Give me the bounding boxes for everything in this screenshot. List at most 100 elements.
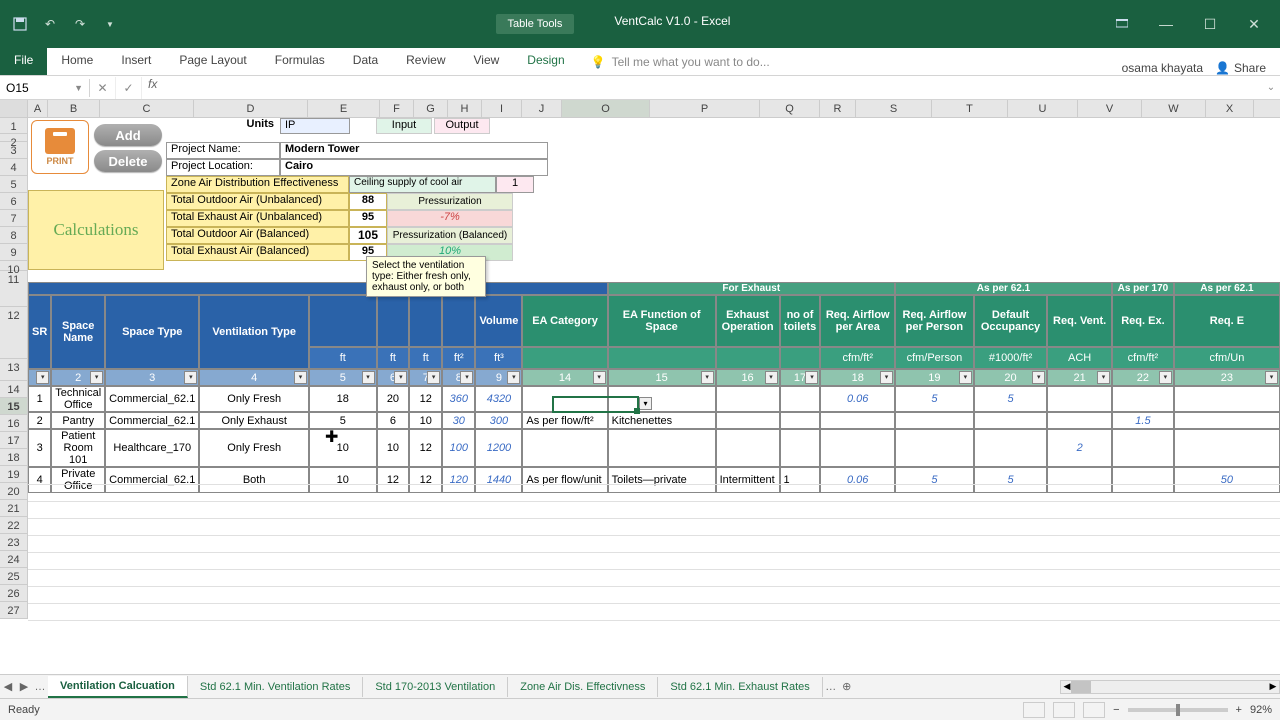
filter-icon[interactable]: ▾: [805, 371, 818, 384]
column-header[interactable]: Q: [760, 100, 820, 117]
share-button[interactable]: 👤 Share: [1215, 61, 1266, 75]
table-cell[interactable]: Only Exhaust: [199, 412, 309, 429]
tab-review[interactable]: Review: [392, 47, 459, 75]
minimize-icon[interactable]: —: [1146, 10, 1186, 38]
row-header[interactable]: 14: [0, 381, 28, 398]
tab-home[interactable]: Home: [47, 47, 107, 75]
row-header[interactable]: 1: [0, 118, 28, 134]
sheet-tab[interactable]: Zone Air Dis. Effectivness: [508, 677, 658, 697]
cell-dropdown-icon[interactable]: ▾: [639, 397, 652, 410]
scrollbar-thumb[interactable]: [1071, 681, 1091, 693]
tab-page-layout[interactable]: Page Layout: [165, 47, 260, 75]
table-cell[interactable]: 5: [895, 386, 974, 412]
table-cell[interactable]: 1: [28, 386, 51, 412]
select-all-corner[interactable]: [0, 100, 28, 117]
table-cell[interactable]: Technical Office: [51, 386, 105, 412]
table-cell[interactable]: 2: [28, 412, 51, 429]
chevron-down-icon[interactable]: ▼: [74, 83, 83, 93]
table-cell[interactable]: [895, 429, 974, 467]
row-header[interactable]: 24: [0, 551, 28, 568]
row-header[interactable]: 10: [0, 261, 28, 271]
table-cell[interactable]: As per flow/ft²: [522, 412, 607, 429]
table-cell[interactable]: [1112, 386, 1174, 412]
row-header[interactable]: 3: [0, 142, 28, 159]
row-header[interactable]: 8: [0, 227, 28, 244]
column-header[interactable]: G: [414, 100, 448, 117]
table-cell[interactable]: 12: [409, 429, 442, 467]
table-cell[interactable]: [716, 386, 780, 412]
close-icon[interactable]: ✕: [1234, 10, 1274, 38]
table-cell[interactable]: 5: [309, 412, 377, 429]
table-cell[interactable]: 5: [974, 386, 1047, 412]
filter-icon[interactable]: ▾: [1159, 371, 1172, 384]
column-header[interactable]: W: [1142, 100, 1206, 117]
row-header[interactable]: 23: [0, 534, 28, 551]
table-cell[interactable]: [522, 429, 607, 467]
filter-icon[interactable]: ▾: [362, 371, 375, 384]
column-header[interactable]: H: [448, 100, 482, 117]
table-cell[interactable]: [974, 429, 1047, 467]
project-name-value[interactable]: Modern Tower: [280, 142, 548, 159]
filter-icon[interactable]: ▾: [90, 371, 103, 384]
tab-formulas[interactable]: Formulas: [261, 47, 339, 75]
sheet-tab[interactable]: Std 62.1 Min. Exhaust Rates: [658, 677, 822, 697]
table-cell[interactable]: [895, 412, 974, 429]
filter-icon[interactable]: ▾: [1097, 371, 1110, 384]
row-header[interactable]: 27: [0, 602, 28, 619]
table-cell[interactable]: 1.5: [1112, 412, 1174, 429]
table-cell[interactable]: Only Fresh: [199, 429, 309, 467]
zoom-slider[interactable]: [1128, 708, 1228, 712]
zoom-level[interactable]: 92%: [1250, 704, 1272, 716]
table-cell[interactable]: [974, 412, 1047, 429]
formula-input[interactable]: [163, 79, 1262, 97]
column-header[interactable]: J: [522, 100, 562, 117]
table-cell[interactable]: 10: [409, 412, 442, 429]
empty-grid-rows[interactable]: [28, 468, 1280, 621]
table-cell[interactable]: 1200: [475, 429, 522, 467]
tab-design[interactable]: Design: [513, 47, 578, 75]
table-cell[interactable]: 10: [309, 429, 377, 467]
table-cell[interactable]: 30: [442, 412, 475, 429]
qat-dropdown-icon[interactable]: ▼: [98, 12, 122, 36]
row-header[interactable]: 6: [0, 193, 28, 210]
table-cell[interactable]: [716, 412, 780, 429]
filter-icon[interactable]: ▾: [184, 371, 197, 384]
row-header[interactable]: 20: [0, 483, 28, 500]
tab-data[interactable]: Data: [339, 47, 392, 75]
filter-icon[interactable]: ▾: [36, 371, 49, 384]
table-cell[interactable]: [608, 386, 716, 412]
add-button[interactable]: Add: [94, 124, 162, 146]
table-cell[interactable]: 10: [377, 429, 410, 467]
row-header[interactable]: 11: [0, 271, 28, 307]
enter-formula-icon[interactable]: ✓: [116, 77, 142, 99]
row-header[interactable]: 12: [0, 307, 28, 359]
zade-value[interactable]: Ceiling supply of cool air: [349, 176, 496, 193]
sheet-next-icon[interactable]: ▶: [16, 680, 32, 693]
table-cell[interactable]: Only Fresh: [199, 386, 309, 412]
row-header[interactable]: 17: [0, 432, 28, 449]
column-header[interactable]: O: [562, 100, 650, 117]
normal-view-icon[interactable]: [1023, 702, 1045, 718]
table-cell[interactable]: 20: [377, 386, 410, 412]
redo-icon[interactable]: ↷: [68, 12, 92, 36]
filter-icon[interactable]: ▾: [1265, 371, 1278, 384]
filter-icon[interactable]: ▾: [593, 371, 606, 384]
print-button[interactable]: PRINT: [31, 120, 89, 174]
zoom-in-icon[interactable]: +: [1236, 704, 1242, 716]
delete-button[interactable]: Delete: [94, 150, 162, 172]
table-cell[interactable]: 3: [28, 429, 51, 467]
column-header[interactable]: C: [100, 100, 194, 117]
row-header[interactable]: 16: [0, 415, 28, 432]
sheet-tab-active[interactable]: Ventilation Calcuation: [48, 676, 188, 698]
horizontal-scrollbar[interactable]: ◀ ▶: [1060, 680, 1280, 694]
filter-icon[interactable]: ▾: [460, 371, 473, 384]
fx-icon[interactable]: fx: [142, 77, 163, 99]
table-cell[interactable]: 12: [409, 386, 442, 412]
filter-icon[interactable]: ▾: [294, 371, 307, 384]
table-cell[interactable]: Pantry: [51, 412, 105, 429]
row-header[interactable]: 22: [0, 517, 28, 534]
worksheet-grid[interactable]: 1234567891011121314151617181920212223242…: [0, 118, 1280, 700]
maximize-icon[interactable]: ☐: [1190, 10, 1230, 38]
column-header[interactable]: U: [1008, 100, 1078, 117]
ribbon-options-icon[interactable]: [1102, 10, 1142, 38]
